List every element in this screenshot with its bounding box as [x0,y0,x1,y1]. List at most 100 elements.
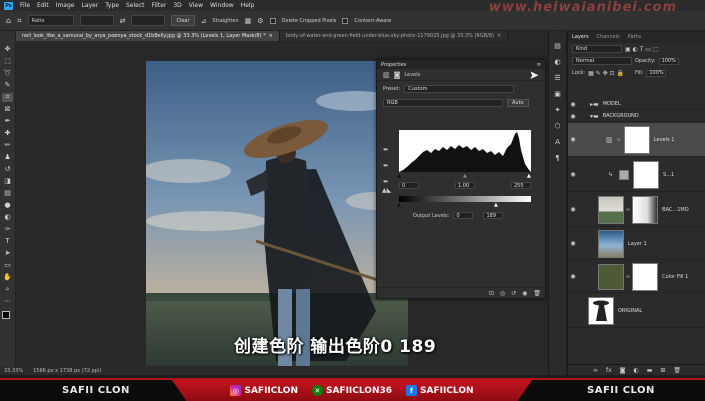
straighten-icon[interactable]: ⊿ [201,17,207,25]
hand-tool-icon[interactable]: ✋ [2,273,13,282]
pen-tool-icon[interactable]: ✑ [2,225,13,234]
white-point-eyedropper-icon[interactable]: ✒ [383,178,389,186]
type-panel-icon[interactable]: A [555,139,560,146]
visibility-eye-icon[interactable]: ◉ [568,113,578,120]
panel-menu-icon[interactable]: ≡ [537,62,541,68]
content-aware-checkbox[interactable] [342,17,349,24]
visibility-eye-icon[interactable]: ◉ [568,273,578,280]
output-white-handle[interactable]: ▲ [494,202,498,208]
layer-mask-thumbnail[interactable] [623,125,650,154]
input-gamma-field[interactable]: 1.00 [455,182,475,189]
more-tools-icon[interactable]: ⋯ [2,297,13,306]
type-tool-icon[interactable]: T [2,237,13,246]
menu-3d[interactable]: 3D [173,2,181,9]
delete-cropped-checkbox[interactable] [269,17,276,24]
link-layers-icon[interactable]: ∞ [593,367,598,374]
layer-item[interactable]: ◉ Layer 1 [568,228,705,260]
layer-thumbnail[interactable] [598,229,624,258]
clear-button[interactable]: Clear [171,15,195,26]
trash-icon[interactable]: 🗑 [673,367,681,374]
clip-to-layer-icon[interactable]: ⊡ [489,290,494,297]
add-mask-icon[interactable]: ◙ [620,367,626,374]
menu-window[interactable]: Window [210,2,234,9]
tab-samurai-document[interactable]: neil_look_like_a_samurai_by_arya_poenya_… [16,31,280,41]
new-layer-icon[interactable]: ⊞ [660,367,665,374]
layer-item[interactable]: ◉ ∞ BAC...1MO [568,193,705,227]
adjustment-layer-icon[interactable]: ◐ [633,367,638,374]
frame-tool-icon[interactable]: ⊠ [2,105,13,114]
eyedropper-tool-icon[interactable]: ✒ [2,117,13,126]
fill-field[interactable]: 100% [646,69,667,77]
zoom-level[interactable]: 33.33% [4,368,23,374]
blur-tool-icon[interactable]: ● [2,201,13,210]
input-gamma-handle[interactable]: ▲ [463,173,467,179]
color-fill-swatch[interactable] [598,263,624,290]
channel-dropdown[interactable]: RGB [383,99,503,107]
layer-item[interactable]: ◉ ▸▬ MODEL [568,99,705,110]
input-black-field[interactable]: 0 [399,182,419,189]
menu-filter[interactable]: Filter [152,2,167,9]
view-previous-icon[interactable]: ◎ [500,290,505,297]
visibility-eye-icon[interactable]: ◉ [568,240,578,247]
tab-paths[interactable]: Paths [628,34,642,40]
layer-mask-thumbnail[interactable] [632,262,659,291]
layer-style-icon[interactable]: fx [606,367,612,374]
menu-edit[interactable]: Edit [37,2,49,9]
properties-panel-icon[interactable]: ☰ [554,75,560,82]
layer-thumbnail[interactable] [619,169,630,180]
paragraph-panel-icon[interactable]: ¶ [555,155,559,162]
trash-icon[interactable]: 🗑 [533,290,541,297]
layer-mask-thumbnail[interactable] [632,195,659,224]
layer-mask-thumbnail[interactable] [633,160,660,189]
tab-field-document[interactable]: body-of-water-and-green-field-under-blue… [279,31,509,41]
input-levels-slider[interactable]: ▲ ▲ ▲ [397,173,531,179]
opacity-field[interactable]: 100% [658,57,679,65]
properties-panel[interactable]: Properties ≡ ▥ ◙ Levels Preset: Custom R… [376,59,547,299]
overlay-grid-icon[interactable]: ▦ [245,17,252,25]
clipping-icon[interactable]: ▲◣ [382,187,391,194]
tab-channels[interactable]: Channels [597,34,620,40]
menu-layer[interactable]: Layer [81,2,98,9]
path-select-tool-icon[interactable]: ➤ [2,249,13,258]
layer-thumbnail[interactable] [588,296,614,325]
menu-image[interactable]: Image [56,2,75,9]
home-icon[interactable]: ⌂ [6,16,11,25]
visibility-eye-icon[interactable]: ◉ [568,101,578,108]
history-brush-tool-icon[interactable]: ↺ [2,165,13,174]
visibility-eye-icon[interactable]: ◉ [568,171,578,178]
properties-header[interactable]: Properties ≡ [377,60,545,69]
kind-filter-dropdown[interactable]: Kind [572,45,622,53]
shape-tool-icon[interactable]: ▭ [2,261,13,270]
healing-brush-tool-icon[interactable]: ✚ [2,129,13,138]
lock-icons[interactable]: ▦ ✎ ✥ ⊡ 🔒 [588,70,624,77]
history-panel-icon[interactable]: ▤ [554,43,561,50]
paths-icon[interactable]: ⬡ [554,123,560,130]
layer-thumbnail[interactable] [598,195,624,224]
lasso-tool-icon[interactable]: ➰ [2,69,13,78]
input-white-handle[interactable]: ▲ [527,173,531,179]
layers-panel[interactable]: Layers Channels Paths Kind ▣ ◐ T ▭ ⬚ Nor… [567,31,705,375]
document-canvas-image[interactable] [146,61,408,366]
settings-gear-icon[interactable]: ⚙ [257,17,263,25]
foreground-color-swatch[interactable] [1,311,10,319]
close-icon[interactable]: × [269,33,273,39]
swap-icon[interactable]: ⇄ [120,17,126,25]
output-levels-slider[interactable]: ▲ ▲ [397,202,531,208]
crop-tool-icon[interactable]: ⌗ [17,16,22,26]
auto-button[interactable]: Auto [507,99,529,107]
layer-item[interactable]: ◉ ↳ S...1 [568,158,705,192]
marquee-tool-icon[interactable]: ⬚ [2,57,13,66]
move-tool-icon[interactable]: ✥ [2,45,13,54]
new-group-icon[interactable]: ▬ [647,367,653,374]
crop-tool-icon[interactable]: ⌗ [2,93,13,102]
gradient-tool-icon[interactable]: ▤ [2,189,13,198]
preset-dropdown[interactable]: Custom [404,85,515,93]
output-white-field[interactable]: 189 [483,212,504,219]
visibility-eye-icon[interactable]: ◉ [568,206,578,213]
menu-help[interactable]: Help [241,2,255,9]
input-black-handle[interactable]: ▲ [397,173,401,179]
layer-item[interactable]: ◉ ▾▬ BACKGROUND [568,111,705,122]
gray-point-eyedropper-icon[interactable]: ✒ [383,162,389,170]
filter-icons[interactable]: ▣ ◐ T ▭ ⬚ [625,46,659,53]
layer-item[interactable]: ORIGINAL [568,294,705,328]
